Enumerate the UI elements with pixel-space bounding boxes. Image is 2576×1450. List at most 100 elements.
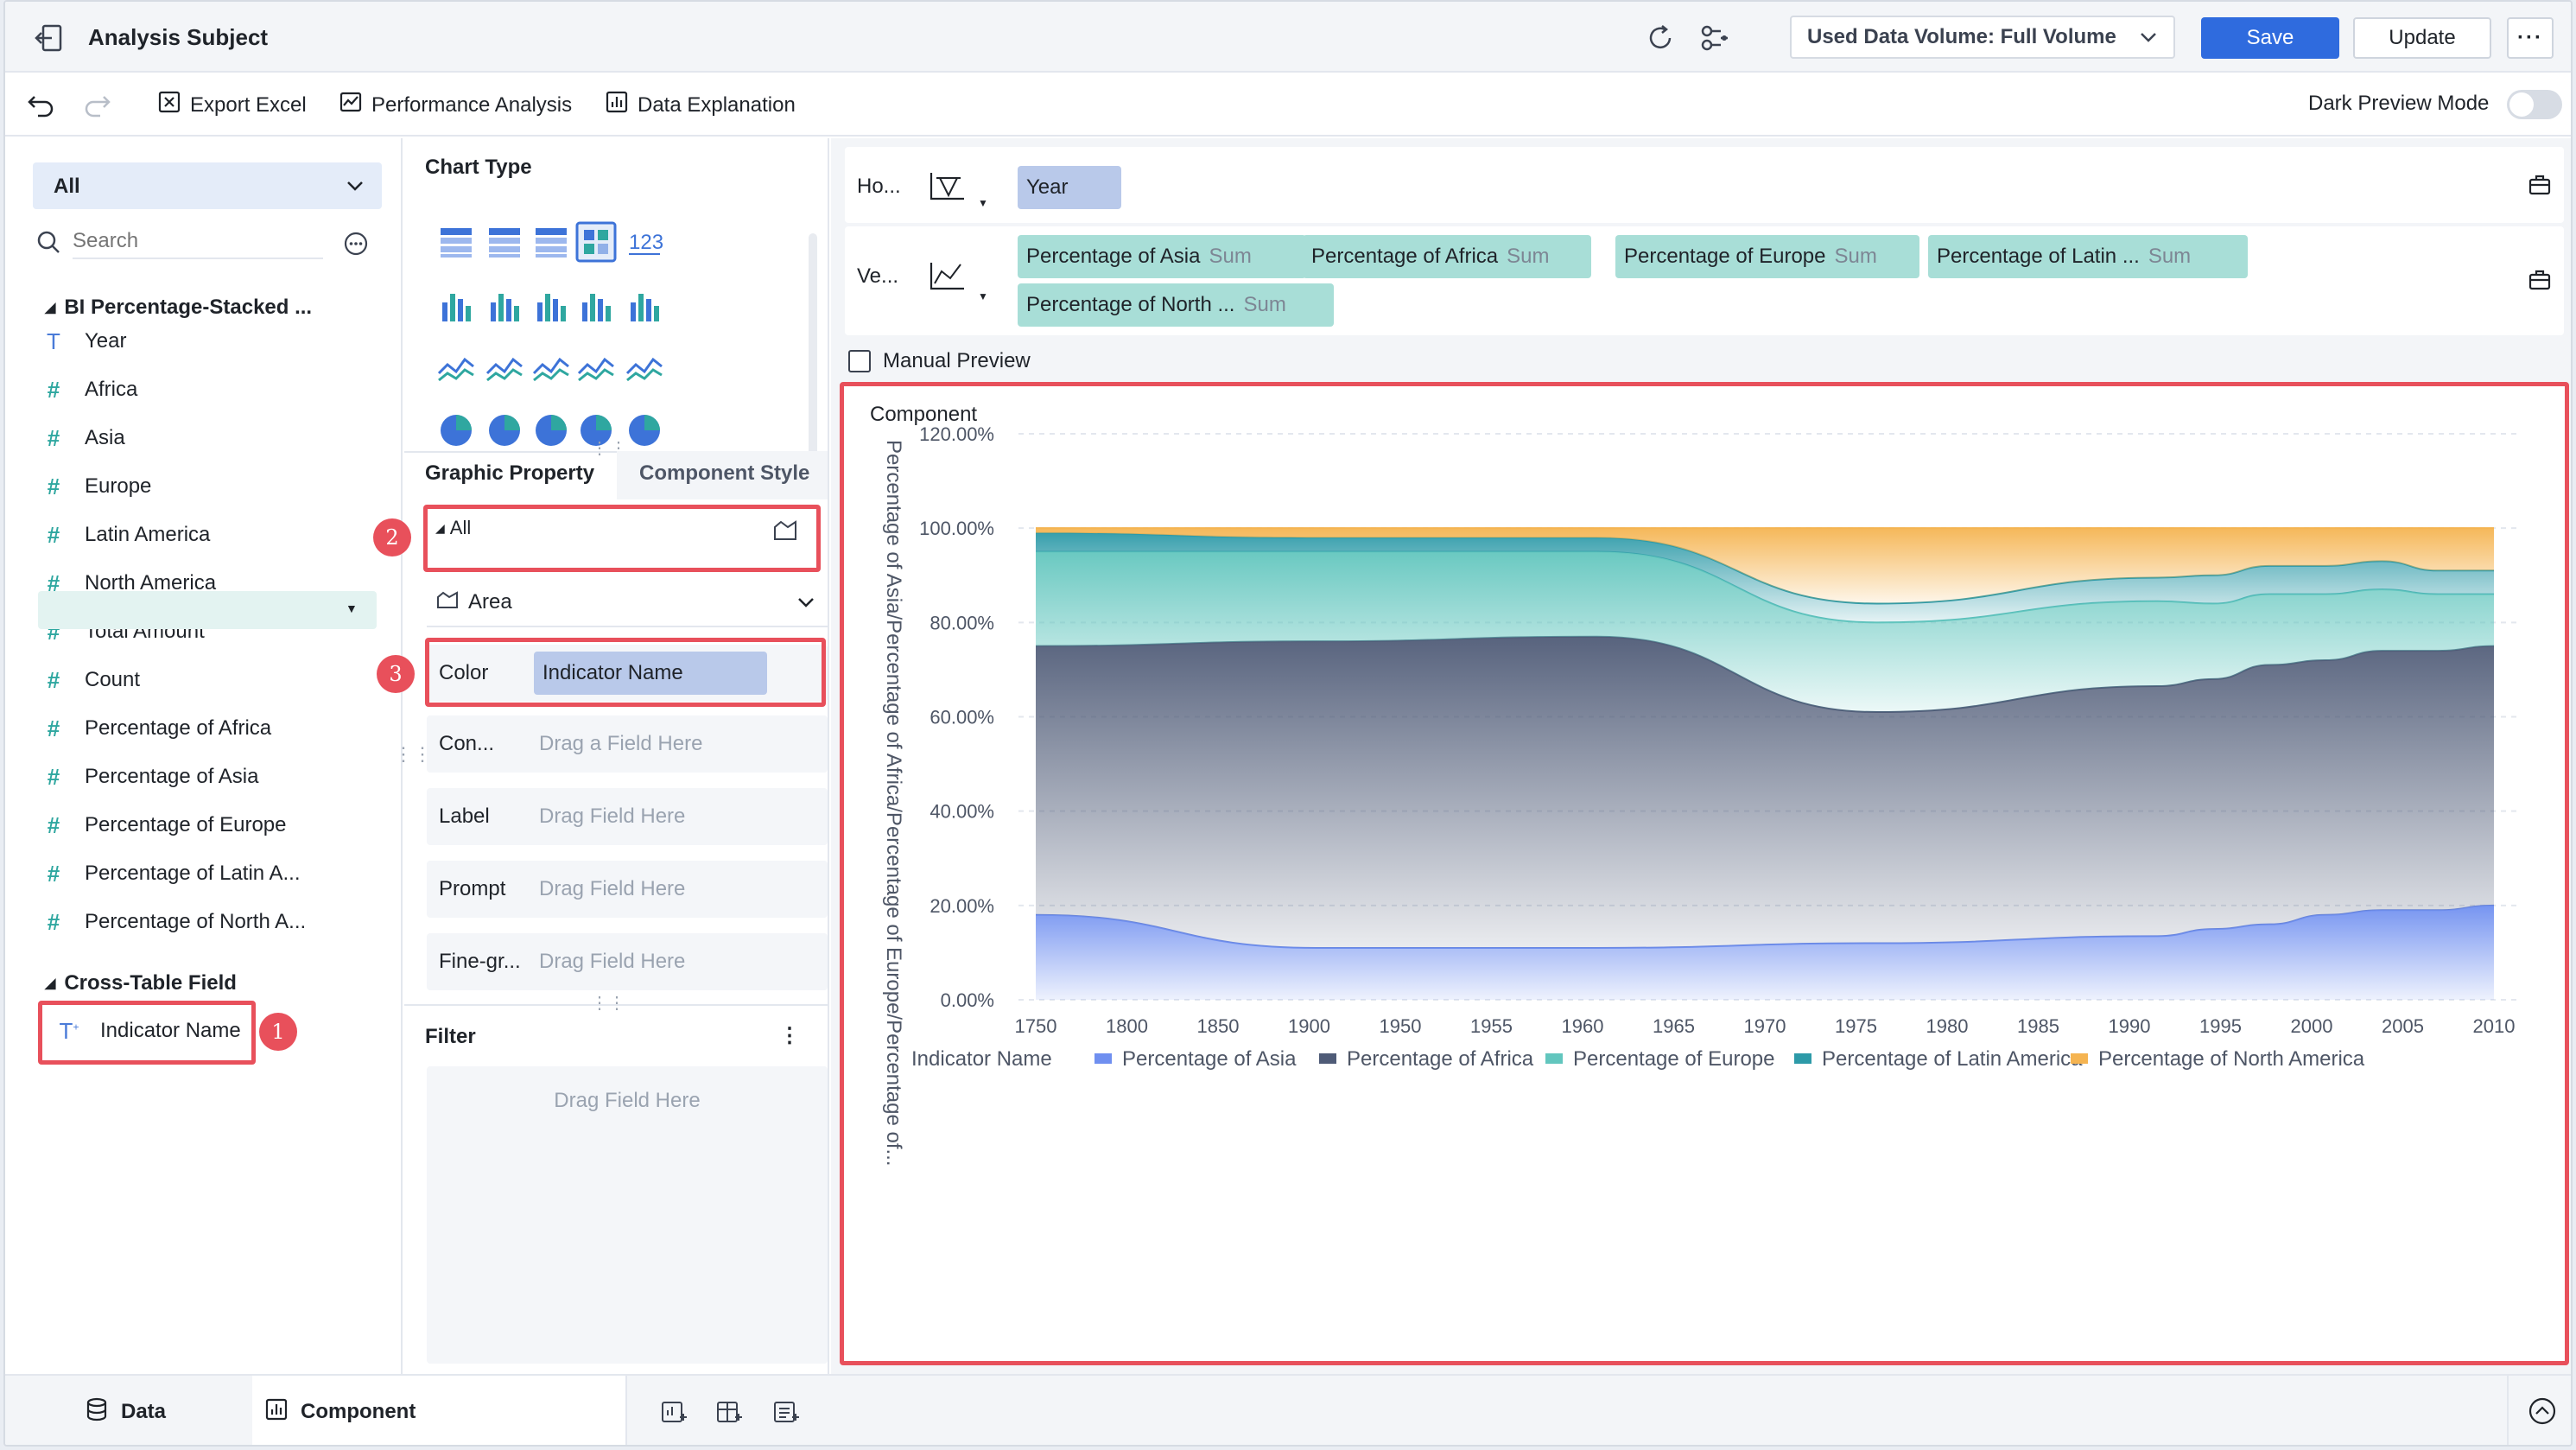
redo-icon[interactable] [81, 88, 112, 119]
field-item[interactable]: # Percentage of Europe [40, 807, 287, 843]
horizontal-shelf[interactable]: Ho... ▼ Year [845, 147, 2564, 223]
chart-type-scrollbar[interactable] [809, 233, 817, 467]
field-item[interactable]: # Count [40, 662, 140, 698]
shelf-settings-icon[interactable] [2528, 173, 2552, 203]
horizontal-field-pill[interactable]: Year [1018, 166, 1121, 209]
chart-type-pivot-table-icon[interactable] [484, 221, 525, 263]
lineage-icon[interactable] [1698, 21, 1733, 55]
vertical-shelf[interactable]: Ve... ▼ Percentage of Asia Sum Percentage … [845, 226, 2564, 335]
exit-icon[interactable] [33, 21, 67, 55]
horizontal-axis-icon[interactable] [928, 169, 968, 210]
tab-graphic-property[interactable]: Graphic Property [425, 461, 594, 486]
chart-type-bubble-icon[interactable] [624, 410, 665, 451]
chart-type-donut-icon[interactable] [530, 410, 572, 451]
add-table-icon[interactable] [715, 1398, 743, 1432]
chart-type-grouped-column-icon[interactable] [484, 285, 525, 327]
number-field-icon: # [47, 908, 60, 935]
resize-handle-icon[interactable]: ⋮⋮ [591, 992, 625, 1014]
chart-type-polygon-icon[interactable] [530, 347, 572, 389]
chart-type-number-card-icon[interactable]: 123 [624, 221, 665, 263]
connect-property-row[interactable]: Con... Drag a Field Here [427, 715, 828, 773]
legend-item[interactable]: Percentage of North America [2098, 1047, 2365, 1071]
stacked-area-chart[interactable]: Component Percentage of Asia/Percentage … [844, 386, 2565, 1361]
drag-handle-icon[interactable]: ⋮⋮ [394, 743, 432, 766]
field-item-label: Percentage of Latin A... [85, 862, 301, 885]
chart-type-radar-line-icon[interactable] [484, 347, 525, 389]
legend-item[interactable]: Percentage of Latin America [1822, 1047, 2083, 1071]
more-menu-button[interactable]: ··· [2507, 17, 2554, 59]
filter-more-icon[interactable]: ⋮ [779, 1023, 800, 1048]
vertical-axis-icon[interactable] [928, 259, 968, 300]
shelf-settings-icon[interactable] [2528, 268, 2552, 298]
checkbox-box[interactable] [848, 350, 871, 372]
cross-table-group[interactable]: ◢ Cross-Table Field [45, 971, 237, 995]
field-item[interactable]: # Latin America [40, 517, 211, 553]
manual-preview-checkbox[interactable]: Manual Preview [848, 349, 1031, 373]
dark-preview-toggle[interactable] [2507, 90, 2562, 119]
field-filter-select[interactable]: All [33, 162, 382, 209]
vertical-field-pill[interactable]: Percentage of Europe Sum [1615, 235, 1919, 278]
data-volume-select[interactable]: Used Data Volume: Full Volume [1790, 16, 2175, 59]
add-text-icon[interactable] [772, 1398, 800, 1432]
caret-down-icon[interactable]: ▼ [346, 601, 358, 615]
caret-down-icon: ◢ [45, 976, 56, 991]
performance-analysis-button[interactable]: Performance Analysis [339, 90, 572, 120]
dataset-group[interactable]: ◢ BI Percentage-Stacked ... [45, 296, 312, 320]
legend-item[interactable]: Percentage of Europe [1573, 1047, 1775, 1071]
chart-component[interactable]: Component Percentage of Asia/Percentage … [840, 382, 2569, 1365]
field-item[interactable]: # Europe [40, 468, 152, 505]
chart-type-table-icon[interactable] [435, 221, 477, 263]
vertical-field-pill[interactable]: Percentage of Asia Sum [1018, 235, 1306, 278]
fine-grained-property-row[interactable]: Fine-gr... Drag Field Here [427, 933, 828, 990]
tab-component-style[interactable]: Component Style [639, 461, 809, 486]
chart-type-pie-icon[interactable] [435, 410, 477, 451]
field-item[interactable]: T Year [40, 323, 126, 359]
chart-type-area-icon[interactable] [575, 347, 617, 389]
label-property-row[interactable]: Label Drag Field Here [427, 788, 828, 845]
vertical-field-pill[interactable]: Percentage of North ... Sum [1018, 283, 1334, 327]
title-bar: Analysis Subject Used Data Volume: Full … [5, 2, 2571, 73]
add-component-icon[interactable] [660, 1398, 688, 1432]
refresh-icon[interactable] [1643, 21, 1678, 55]
chart-type-multi-column-icon[interactable] [624, 285, 665, 327]
area-mark-select[interactable]: Area [427, 579, 828, 627]
undo-icon[interactable] [26, 88, 57, 119]
prompt-property-row[interactable]: Prompt Drag Field Here [427, 861, 828, 918]
excel-icon [157, 90, 181, 120]
app-window: Analysis Subject Used Data Volume: Full … [3, 0, 2573, 1447]
chart-type-bar-icon[interactable] [575, 285, 617, 327]
data-explanation-button[interactable]: Data Explanation [605, 90, 796, 120]
y-tick-label: 80.00% [930, 612, 994, 633]
chart-type-column-icon[interactable] [530, 285, 572, 327]
legend-item[interactable]: Percentage of Asia [1122, 1047, 1297, 1071]
tab-data[interactable]: Data [85, 1376, 166, 1445]
legend-item[interactable]: Percentage of Africa [1347, 1047, 1534, 1071]
tab-component[interactable]: Component [264, 1376, 416, 1445]
field-item[interactable]: # Africa [40, 372, 138, 408]
chart-type-crosstab-icon[interactable] [575, 221, 617, 263]
collapse-up-icon[interactable] [2528, 1396, 2557, 1432]
filter-drop-zone[interactable]: Drag Field Here [427, 1066, 828, 1364]
more-options-icon[interactable] [344, 232, 368, 256]
vertical-field-pill[interactable]: Percentage of Africa Sum [1303, 235, 1591, 278]
x-tick-label: 1965 [1653, 1015, 1695, 1037]
chart-type-detail-table-icon[interactable] [530, 221, 572, 263]
field-item[interactable]: # Percentage of Africa [40, 710, 271, 747]
vertical-field-aggregation: Sum [1209, 245, 1252, 268]
chart-type-stacked-column-icon[interactable] [435, 285, 477, 327]
save-button[interactable]: Save [2201, 17, 2339, 59]
chart-type-line-icon[interactable] [435, 347, 477, 389]
export-excel-button[interactable]: Export Excel [157, 90, 307, 120]
field-item[interactable]: # Percentage of Latin A... [40, 855, 301, 892]
field-item[interactable]: # Percentage of Asia [40, 759, 259, 795]
chart-type-rose-icon[interactable] [484, 410, 525, 451]
field-search-input[interactable] [73, 225, 323, 259]
field-item[interactable]: # Percentage of North A... [40, 904, 306, 940]
number-field-icon: # [47, 666, 60, 693]
caret-down-icon[interactable]: ▼ [978, 290, 988, 302]
field-item[interactable]: # Asia [40, 420, 125, 456]
caret-down-icon[interactable]: ▼ [978, 197, 988, 209]
vertical-field-pill[interactable]: Percentage of Latin ... Sum [1928, 235, 2248, 278]
update-button[interactable]: Update [2353, 17, 2491, 59]
chart-type-gauge-icon[interactable] [624, 347, 665, 389]
